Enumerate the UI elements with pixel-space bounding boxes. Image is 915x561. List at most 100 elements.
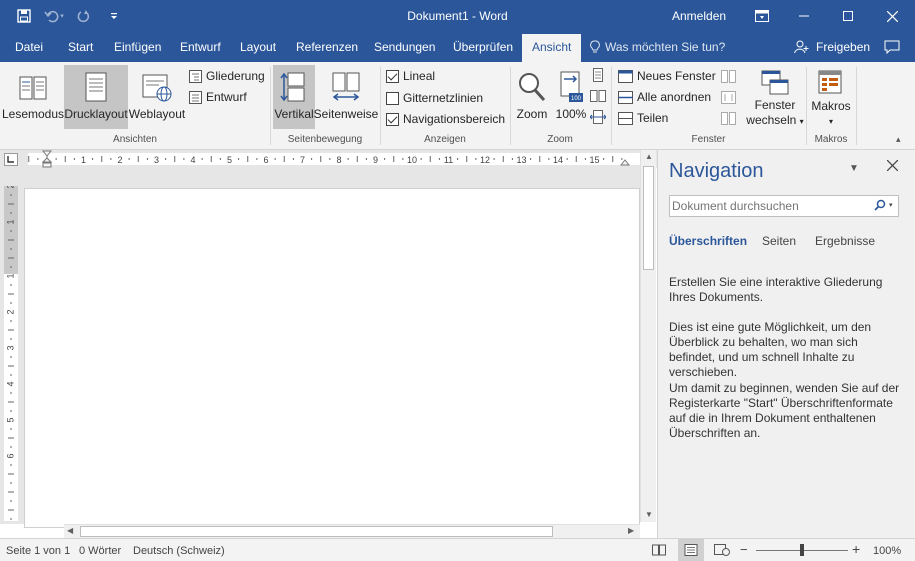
- alle-anordnen-button[interactable]: Alle anordnen: [618, 88, 711, 106]
- chevron-down-icon: ▾: [799, 117, 804, 126]
- share-button[interactable]: Freigeben: [794, 40, 870, 54]
- close-pane-icon[interactable]: [886, 159, 899, 174]
- tab-referenzen[interactable]: Referenzen: [296, 40, 358, 54]
- ruler-label: 4: [5, 381, 15, 386]
- drucklayout-button[interactable]: Drucklayout: [64, 65, 128, 129]
- maximize-icon[interactable]: [826, 0, 870, 32]
- collapse-ribbon-icon[interactable]: ▴: [896, 134, 901, 145]
- gitternetzlinien-check-mark: [386, 91, 399, 105]
- teilen-button[interactable]: Teilen: [618, 109, 668, 127]
- document-page[interactable]: [24, 188, 640, 528]
- word-count[interactable]: 0 Wörter: [79, 545, 121, 557]
- gitternetzlinien-label: Gitternetzlinien: [403, 91, 484, 105]
- side-by-side-button[interactable]: [721, 67, 736, 85]
- gliederung-button[interactable]: Gliederung: [189, 67, 265, 85]
- search-options-icon[interactable]: ▾: [889, 201, 893, 209]
- horizontal-scrollbar[interactable]: ◀ ▶: [64, 524, 640, 538]
- lineal-check-mark: [386, 69, 399, 83]
- reset-window-icon: [721, 111, 736, 125]
- read-mode-view-icon[interactable]: [652, 544, 666, 559]
- zoom-button[interactable]: Zoom: [513, 65, 551, 129]
- vertical-scroll-thumb[interactable]: [643, 166, 654, 270]
- reset-window-button[interactable]: [721, 109, 736, 127]
- multiple-pages-button[interactable]: [590, 87, 606, 105]
- tab-entwurf[interactable]: Entwurf: [180, 40, 221, 54]
- one-page-button[interactable]: [592, 66, 604, 84]
- vertical-scrollbar[interactable]: ▲ ▼: [640, 150, 656, 522]
- navigation-search-box[interactable]: ▾: [669, 195, 899, 217]
- group-label-anzeigen: Anzeigen: [424, 134, 466, 145]
- makros-button[interactable]: Makros ▾: [808, 65, 854, 129]
- undo-icon[interactable]: ▾: [44, 7, 64, 25]
- tell-me-text: Was möchten Sie tun?: [605, 40, 726, 54]
- scroll-up-icon[interactable]: ▲: [645, 152, 653, 161]
- hundred-percent-button[interactable]: 100 100%: [553, 65, 589, 129]
- hundred-icon-badge: 100: [571, 96, 582, 102]
- tab-sendungen[interactable]: Sendungen: [374, 40, 435, 54]
- lesemodus-button[interactable]: Lesemodus: [1, 65, 65, 129]
- lightbulb-icon: [590, 40, 600, 53]
- chevron-down-icon: ▾: [828, 117, 833, 126]
- web-layout-view-icon[interactable]: [714, 544, 730, 559]
- sync-scroll-button[interactable]: [721, 88, 736, 106]
- tab-ansicht[interactable]: Ansicht: [522, 34, 582, 62]
- close-icon[interactable]: [870, 0, 914, 32]
- page-width-button[interactable]: [590, 108, 606, 126]
- navigation-search-input[interactable]: [672, 198, 868, 214]
- hundred-percent-icon: 100: [560, 71, 583, 102]
- nav-tab-results[interactable]: Ergebnisse: [815, 234, 875, 248]
- navigation-title: Navigation: [669, 160, 764, 182]
- zoom-slider-thumb[interactable]: [800, 544, 804, 556]
- sign-in-link[interactable]: Anmelden: [672, 9, 726, 23]
- page-count[interactable]: Seite 1 von 1: [6, 545, 70, 557]
- zoom-in-icon[interactable]: +: [852, 541, 860, 557]
- side-to-side-icon: [332, 72, 360, 101]
- tab-einfuegen[interactable]: Einfügen: [114, 40, 161, 54]
- title-bar: ▾ Dokument1 - Word Anmelden: [0, 0, 915, 32]
- zoom-out-icon[interactable]: −: [740, 542, 748, 557]
- search-icon[interactable]: [874, 199, 886, 214]
- comment-icon[interactable]: [884, 40, 900, 57]
- nav-tab-pages[interactable]: Seiten: [762, 234, 796, 248]
- pane-options-icon[interactable]: ▼: [849, 163, 859, 174]
- entwurf-view-button[interactable]: Entwurf: [189, 88, 247, 106]
- gitternetzlinien-checkbox[interactable]: Gitternetzlinien: [386, 89, 483, 107]
- scroll-right-icon[interactable]: ▶: [628, 526, 634, 535]
- group-label-zoom: Zoom: [547, 134, 573, 145]
- tell-me-box[interactable]: Was möchten Sie tun?: [590, 40, 725, 54]
- side-by-side-icon: [721, 69, 736, 83]
- scroll-down-icon[interactable]: ▼: [645, 510, 653, 519]
- tab-ueberpruefen[interactable]: Überprüfen: [453, 40, 513, 54]
- fenster-wechseln-button[interactable]: Fenster wechseln ▾: [746, 65, 804, 129]
- tab-selector-icon[interactable]: [4, 153, 18, 166]
- minimize-icon[interactable]: [782, 0, 826, 32]
- seitenweise-button[interactable]: Seitenweise: [314, 65, 378, 129]
- vertikal-button[interactable]: Vertikal: [273, 65, 315, 129]
- save-icon[interactable]: [14, 7, 34, 25]
- tab-start[interactable]: Start: [68, 40, 93, 54]
- nav-tab-headings[interactable]: Überschriften: [669, 234, 747, 248]
- neues-fenster-button[interactable]: Neues Fenster: [618, 67, 716, 85]
- zoom-percentage[interactable]: 100%: [873, 545, 901, 557]
- lineal-checkbox[interactable]: Lineal: [386, 67, 435, 85]
- tab-datei[interactable]: Datei: [15, 40, 43, 54]
- ruler-label: 6: [5, 453, 15, 458]
- nav-help-paragraph-2: Dies ist eine gute Möglichkeit, um den Ü…: [669, 320, 872, 379]
- vertical-ruler: 2 1 1 2 3 4 5 6: [4, 183, 18, 521]
- redo-icon[interactable]: [74, 7, 94, 25]
- horizontal-scroll-thumb[interactable]: [80, 526, 553, 537]
- ruler-label: 14: [553, 155, 563, 165]
- language-indicator[interactable]: Deutsch (Schweiz): [133, 545, 225, 557]
- tab-layout[interactable]: Layout: [240, 40, 276, 54]
- group-label-seitenbewegung: Seitenbewegung: [287, 134, 363, 145]
- scroll-left-icon[interactable]: ◀: [67, 526, 73, 535]
- group-separator: [856, 67, 857, 145]
- lesemodus-label: Lesemodus: [1, 107, 65, 121]
- ruler-label: 5: [5, 417, 15, 422]
- customize-icon[interactable]: [104, 7, 124, 25]
- weblayout-button[interactable]: Weblayout: [128, 65, 186, 129]
- gliederung-label: Gliederung: [206, 69, 265, 83]
- ribbon-display-options-icon[interactable]: [740, 0, 784, 32]
- print-layout-view-icon[interactable]: [678, 539, 704, 561]
- navigationsbereich-checkbox[interactable]: Navigationsbereich: [386, 110, 505, 128]
